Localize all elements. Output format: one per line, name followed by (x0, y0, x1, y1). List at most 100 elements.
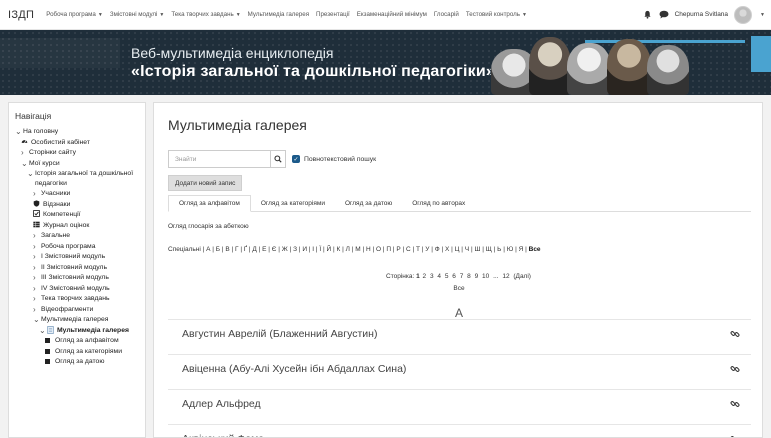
alphabet-letter-link[interactable]: Н (366, 246, 371, 253)
nav-menu-item[interactable]: Робоча програма ▼ (46, 11, 103, 18)
link-icon[interactable] (729, 363, 741, 375)
nav-menu-item[interactable]: Змістовні модулі ▼ (110, 11, 165, 18)
alphabet-letter-link[interactable]: І (312, 246, 314, 253)
alphabet-letter-link[interactable]: Ч (465, 246, 469, 253)
alphabet-letter-link[interactable]: Т (416, 246, 420, 253)
sidebar-item[interactable]: ⌄ Історія загальної та дошкільної педагог… (9, 169, 145, 189)
alphabet-letter-link[interactable]: Б (216, 246, 220, 253)
alphabet-letter-link[interactable]: Ц (455, 246, 460, 253)
alphabet-letter-link[interactable]: Ь (497, 246, 501, 253)
alphabet-letter-link[interactable]: Ї (319, 246, 321, 253)
sidebar-item[interactable]: ⌄ Мультимедіа галерея (9, 326, 145, 337)
alphabet-letter-link[interactable]: Ґ (244, 246, 247, 253)
alphabet-all-link[interactable]: Все (529, 246, 541, 253)
alphabet-letter-link[interactable]: У (425, 246, 429, 253)
alphabet-letter-link[interactable]: Й (327, 246, 332, 253)
browse-tab[interactable]: Огляд за алфавітом (168, 195, 251, 212)
pagination-page-link[interactable]: 7 (460, 273, 464, 280)
alphabet-letter-link[interactable]: Л (346, 246, 350, 253)
chevron-down-icon: ⌄ (33, 315, 40, 324)
bell-icon[interactable] (643, 10, 653, 20)
pagination-next-link[interactable]: (Далі) (513, 273, 531, 280)
nav-menu-item[interactable]: Тестовий контроль ▼ (466, 11, 527, 18)
alphabet-letter-link[interactable]: Ж (282, 246, 288, 253)
sidebar-item[interactable]: Відзнаки (9, 199, 145, 211)
portrait-image (567, 43, 611, 95)
pagination-page-link[interactable]: 5 (445, 273, 449, 280)
alphabet-letter-link[interactable]: Ф (435, 246, 440, 253)
alphabet-letter-link[interactable]: Д (252, 246, 256, 253)
sidebar-item[interactable]: › ІІІ Змістовний модуль (9, 273, 145, 284)
pagination-page-link[interactable]: 2 (423, 273, 427, 280)
nav-menu-item[interactable]: Мультимедіа галерея (248, 11, 309, 18)
alphabet-letter-link[interactable]: О (376, 246, 381, 253)
browse-tab[interactable]: Огляд по авторах (402, 195, 475, 212)
nav-menu-item[interactable]: Презентації (316, 11, 350, 18)
search-button[interactable] (270, 150, 286, 168)
alphabet-letter-link[interactable]: Г (235, 246, 239, 253)
alphabet-letter-link[interactable]: И (302, 246, 307, 253)
chat-icon[interactable] (659, 10, 669, 20)
sidebar-item[interactable]: › Загальне (9, 231, 145, 242)
sidebar-item[interactable]: Огляд за алфавітом (9, 336, 145, 347)
navbar-right: Chepurna Svitlana ▼ (643, 5, 765, 24)
alphabet-letter-link[interactable]: М (355, 246, 360, 253)
link-icon[interactable] (729, 398, 741, 410)
alphabet-letter-link[interactable]: Щ (486, 246, 492, 253)
sidebar-item[interactable]: › IV Змістовний модуль (9, 284, 145, 295)
sidebar-item[interactable]: ⌄ Мої курси (9, 159, 145, 170)
sidebar-item[interactable]: Журнал оцінок (9, 221, 145, 232)
sidebar-item[interactable]: › Учасники (9, 189, 145, 200)
chevron-right-icon: › (33, 262, 36, 272)
sidebar-item[interactable]: Компетенції (9, 210, 145, 221)
nav-menu-item[interactable]: Тека творчих завдань ▼ (171, 11, 240, 18)
alphabet-letter-link[interactable]: К (337, 246, 341, 253)
link-icon[interactable] (729, 328, 741, 340)
sidebar-item[interactable]: › Робоча програма (9, 242, 145, 253)
sidebar-item[interactable]: › Сторінки сайту (9, 148, 145, 159)
browse-tab[interactable]: Огляд за датою (335, 195, 402, 212)
alphabet-letter-link[interactable]: А (206, 246, 210, 253)
nav-menu-item[interactable]: Глосарій (434, 11, 459, 18)
alphabet-letter-link[interactable]: З (293, 246, 297, 253)
alphabet-letter-link[interactable]: Е (262, 246, 266, 253)
sidebar-item[interactable]: › Тека творчих завдань (9, 294, 145, 305)
alphabet-letter-link[interactable]: Р (396, 246, 400, 253)
alphabet-special-link[interactable]: Спеціальні (168, 246, 201, 253)
chevron-down-icon[interactable]: ▼ (760, 12, 765, 18)
alphabet-letter-link[interactable]: П (386, 246, 391, 253)
add-entry-button[interactable]: Додати новий запис (168, 175, 243, 191)
pagination-page-link[interactable]: 9 (475, 273, 479, 280)
pagination-page-link[interactable]: 8 (467, 273, 471, 280)
pagination-all-link[interactable]: Все (453, 285, 464, 292)
alphabet-letter-link[interactable]: С (406, 246, 411, 253)
search-input[interactable]: Знайти (168, 150, 270, 168)
pagination-page-link[interactable]: 4 (437, 273, 441, 280)
link-icon[interactable] (729, 433, 741, 437)
sidebar-item[interactable]: › І Змістовний модуль (9, 252, 145, 263)
sidebar-item[interactable]: ⌄ Мультимедіа галерея (9, 315, 145, 326)
alphabet-letter-link[interactable]: Є (272, 246, 277, 253)
pagination-page-link[interactable]: 10 (482, 273, 489, 280)
pagination-page-link[interactable]: 3 (430, 273, 434, 280)
top-menu: Робоча програма ▼ Змістовні модулі ▼ Тека тв… (46, 11, 642, 18)
sidebar-item[interactable]: Огляд за категоріями (9, 347, 145, 358)
user-name[interactable]: Chepurna Svitlana (675, 11, 728, 18)
pagination-page-link[interactable]: 12 (502, 273, 509, 280)
nav-menu-item[interactable]: Екзаменаційний мінімум (357, 11, 427, 18)
alphabet-letter-link[interactable]: Х (445, 246, 449, 253)
avatar[interactable] (734, 5, 753, 24)
sidebar-item[interactable]: ⌄ На головну (9, 127, 145, 138)
sidebar-item[interactable]: Огляд за датою (9, 357, 145, 368)
browse-tab[interactable]: Огляд за категоріями (251, 195, 335, 212)
fulltext-checkbox[interactable]: ✓ (292, 155, 300, 163)
alphabet-letter-link[interactable]: Я (519, 246, 524, 253)
sidebar-item[interactable]: Особистий кабінет (9, 138, 145, 149)
sidebar-item[interactable]: › ІІ Змістовний модуль (9, 263, 145, 274)
sidebar-item[interactable]: › Відеофрагменти (9, 305, 145, 316)
pagination-page-link[interactable]: 6 (452, 273, 456, 280)
site-brand[interactable]: ІЗДП (8, 9, 34, 21)
alphabet-letter-link[interactable]: Ш (474, 246, 480, 253)
alphabet-letter-link[interactable]: Ю (507, 246, 514, 253)
alphabet-letter-link[interactable]: В (225, 246, 229, 253)
